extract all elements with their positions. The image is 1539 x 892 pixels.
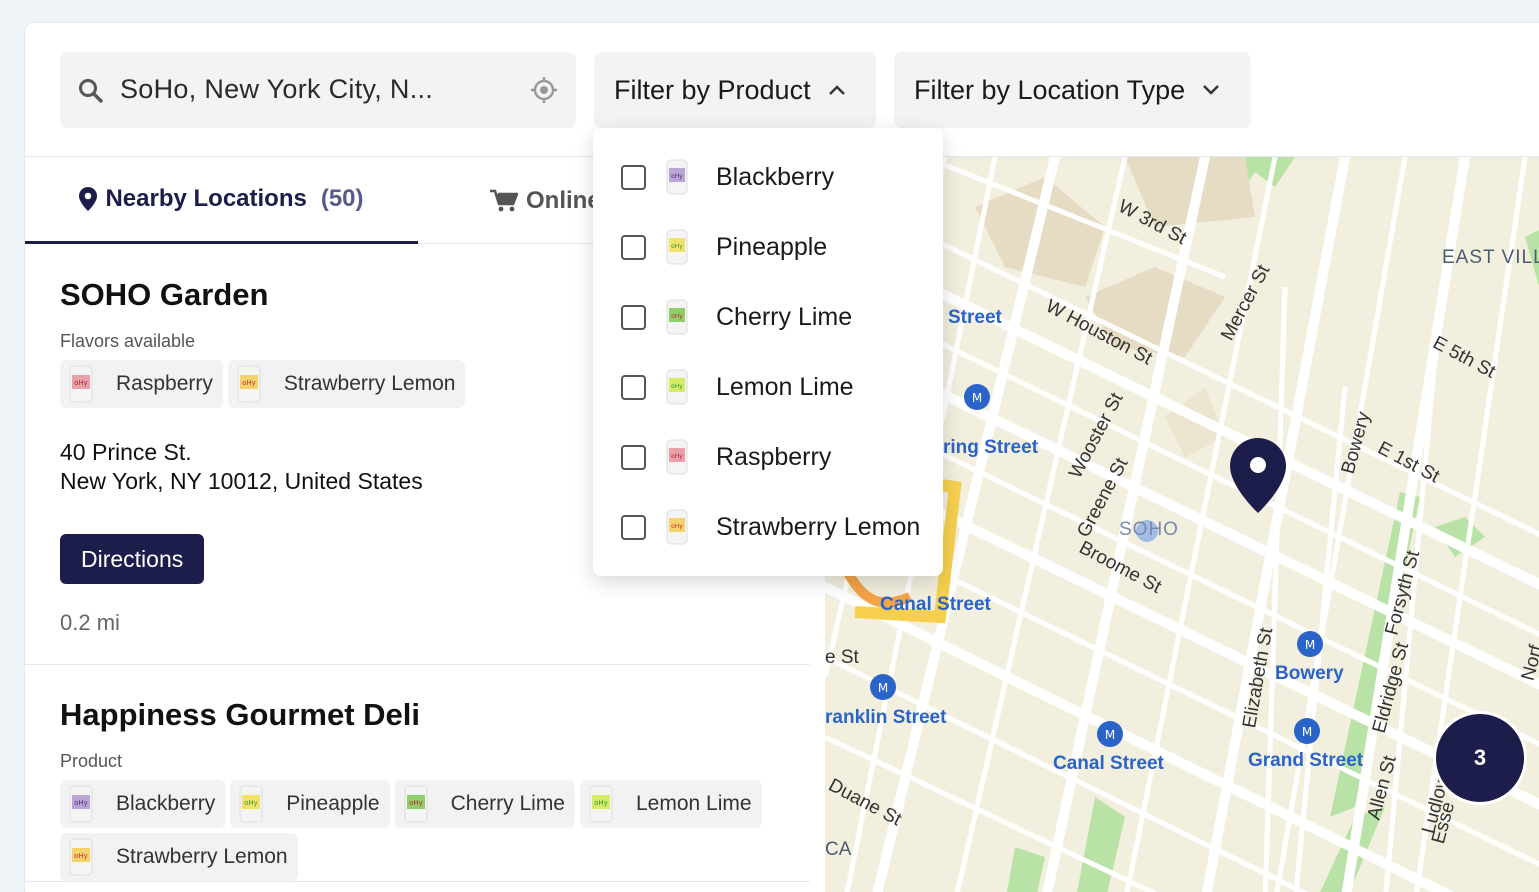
svg-text:oHy: oHy xyxy=(671,453,683,460)
map-label: ranklin Street xyxy=(825,707,947,728)
flavor-chip: oHy Strawberry Lemon xyxy=(60,833,298,881)
product-option-strawberry-lemon[interactable]: oHy Strawberry Lemon xyxy=(593,492,943,562)
tab-nearby-count: (50) xyxy=(320,185,364,212)
flavor-name: Cherry Lime xyxy=(450,792,565,815)
directions-button[interactable]: Directions xyxy=(60,534,205,584)
svg-text:oHy: oHy xyxy=(244,799,258,807)
chevron-down-icon xyxy=(1203,85,1220,95)
flavor-chips: oHy Blackberry oHy Pineapple oHy Cherry … xyxy=(60,780,780,881)
svg-text:oHy: oHy xyxy=(671,173,683,180)
location-distance: 0.2 mi xyxy=(60,610,120,635)
map-label: Canal Street xyxy=(1053,753,1164,774)
svg-text:M: M xyxy=(1105,728,1115,742)
flavor-name: Strawberry Lemon xyxy=(116,845,288,868)
chevron-up-icon xyxy=(828,85,845,95)
can-icon: oHy xyxy=(666,229,688,265)
can-icon: oHy xyxy=(404,785,428,823)
svg-text:M: M xyxy=(878,681,888,695)
svg-text:oHy: oHy xyxy=(74,799,88,807)
product-option-label: Strawberry Lemon xyxy=(716,512,921,541)
svg-text:oHy: oHy xyxy=(242,379,256,387)
filter-by-location-type-button[interactable]: Filter by Location Type xyxy=(894,52,1251,128)
can-icon: oHy xyxy=(666,369,688,405)
product-option-label: Lemon Lime xyxy=(716,372,854,401)
svg-text:oHy: oHy xyxy=(74,379,88,387)
svg-text:oHy: oHy xyxy=(409,799,423,807)
map-label: Street xyxy=(948,307,1002,328)
checkbox[interactable] xyxy=(621,374,646,400)
map-label: Grand Street xyxy=(1248,750,1364,771)
flavor-chip: oHy Blackberry xyxy=(60,780,226,828)
filter-location-type-label: Filter by Location Type xyxy=(914,74,1186,105)
tab-nearby-locations[interactable]: Nearby Locations (50) xyxy=(25,157,418,244)
cart-icon xyxy=(490,189,518,211)
svg-text:M: M xyxy=(1305,638,1315,652)
can-icon: oHy xyxy=(666,299,688,335)
checkbox[interactable] xyxy=(621,164,646,190)
map-label: EAST VILL xyxy=(1442,247,1539,268)
map-label: CA xyxy=(825,839,852,860)
product-option-label: Raspberry xyxy=(716,442,832,471)
tab-online[interactable]: Online xyxy=(490,157,601,244)
flavor-chip: oHy Strawberry Lemon xyxy=(227,360,466,408)
filter-product-label: Filter by Product xyxy=(614,74,811,105)
map-label: Bowery xyxy=(1275,663,1344,684)
flavor-chip: oHy Raspberry xyxy=(60,360,223,408)
product-option-raspberry[interactable]: oHy Raspberry xyxy=(593,422,943,492)
tab-online-label: Online xyxy=(526,186,601,214)
svg-text:M: M xyxy=(972,391,982,405)
flavor-chip: oHy Lemon Lime xyxy=(580,780,762,828)
product-option-blackberry[interactable]: oHy Blackberry xyxy=(593,142,943,212)
map-label: e St xyxy=(825,647,859,668)
checkbox[interactable] xyxy=(621,304,646,330)
flavor-chip: oHy Cherry Lime xyxy=(394,780,575,828)
search-input[interactable]: SoHo, New York City, N... xyxy=(60,52,576,128)
map-cluster-marker[interactable]: 3 xyxy=(1433,711,1527,805)
map-label: ring Street xyxy=(943,437,1039,458)
flavor-chip: oHy Pineapple xyxy=(230,780,390,828)
can-icon: oHy xyxy=(666,159,688,195)
flavor-name: Pineapple xyxy=(286,792,380,815)
checkbox[interactable] xyxy=(621,234,646,260)
flavors-label: Product xyxy=(60,751,123,771)
flavor-name: Lemon Lime xyxy=(636,792,752,815)
product-filter-dropdown: oHy Blackberry oHy Pineapple oHy Cherry … xyxy=(593,128,943,576)
product-option-lemon-lime[interactable]: oHy Lemon Lime xyxy=(593,352,943,422)
svg-text:oHy: oHy xyxy=(671,383,683,390)
checkbox[interactable] xyxy=(621,444,646,470)
svg-text:oHy: oHy xyxy=(594,799,608,807)
svg-text:oHy: oHy xyxy=(671,523,683,530)
tab-nearby-label: Nearby Locations xyxy=(105,185,307,212)
product-option-label: Blackberry xyxy=(716,162,835,191)
can-icon: oHy xyxy=(239,785,263,823)
svg-text:oHy: oHy xyxy=(74,852,88,860)
can-icon: oHy xyxy=(666,509,688,545)
can-icon: oHy xyxy=(69,785,93,823)
flavor-name: Blackberry xyxy=(116,792,216,815)
can-icon: oHy xyxy=(69,365,93,403)
location-pin-icon xyxy=(79,187,98,211)
product-option-label: Pineapple xyxy=(716,232,828,261)
flavor-name: Raspberry xyxy=(116,372,213,395)
svg-text:M: M xyxy=(1302,725,1312,739)
product-option-label: Cherry Lime xyxy=(716,302,853,331)
location-name: Happiness Gourmet Deli xyxy=(60,697,421,732)
svg-text:oHy: oHy xyxy=(671,313,683,320)
product-option-pineapple[interactable]: oHy Pineapple xyxy=(593,212,943,282)
checkbox[interactable] xyxy=(621,514,646,540)
flavor-name: Strawberry Lemon xyxy=(283,372,456,395)
product-option-cherry-lime[interactable]: oHy Cherry Lime xyxy=(593,282,943,352)
list-item: Happiness Gourmet Deli Product oHy Black… xyxy=(25,665,810,882)
map-label: Canal Street xyxy=(880,594,991,615)
svg-text:oHy: oHy xyxy=(671,243,683,250)
filter-by-product-button[interactable]: Filter by Product xyxy=(594,52,876,128)
search-icon xyxy=(79,79,103,103)
can-icon: oHy xyxy=(589,785,613,823)
can-icon: oHy xyxy=(666,439,688,475)
search-value: SoHo, New York City, N... xyxy=(120,74,434,104)
locate-icon[interactable] xyxy=(530,76,558,104)
can-icon: oHy xyxy=(237,365,261,403)
can-icon: oHy xyxy=(69,838,93,876)
map-label: SOHO xyxy=(1119,519,1179,540)
